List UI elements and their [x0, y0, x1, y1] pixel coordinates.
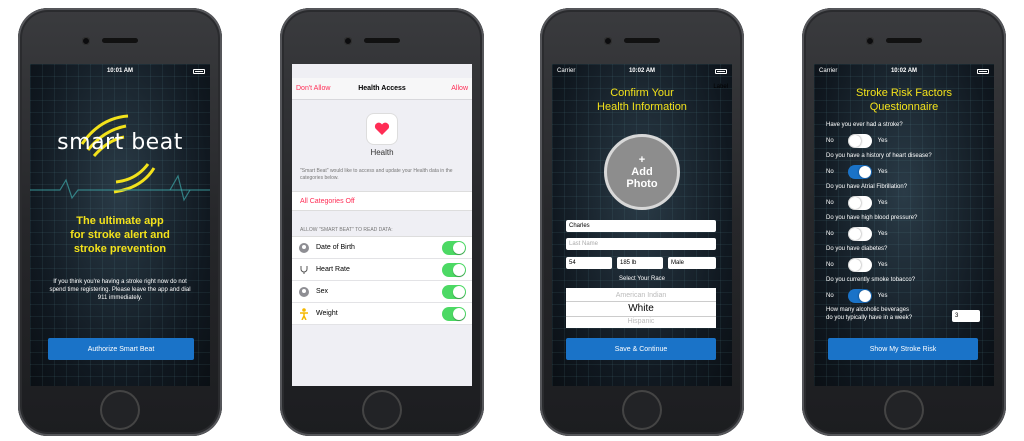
weight-toggle[interactable]: [442, 306, 466, 321]
question-blood-pressure: Do you have high blood pressure?: [826, 215, 918, 221]
race-picker[interactable]: American Indian White Hispanic: [566, 288, 716, 328]
select-race-label: Select Your Race: [618, 276, 666, 282]
status-bar: [292, 64, 472, 78]
answer-tobacco: No Yes: [826, 289, 887, 303]
answer-afib: No Yes: [826, 196, 887, 210]
tagline: The ultimate app for stroke alert and st…: [70, 215, 170, 255]
stethoscope-icon: [298, 264, 310, 276]
status-time: 10:01 AM: [106, 68, 134, 74]
picker-option[interactable]: American Indian: [566, 291, 716, 301]
health-app-icon: [367, 114, 397, 144]
health-access-screen: Don't Allow Health Access Allow Health "…: [292, 64, 472, 386]
all-categories-toggle[interactable]: All Categories Off: [292, 191, 472, 211]
battery-icon: [193, 68, 205, 74]
sex-toggle[interactable]: [442, 284, 466, 299]
weight-field[interactable]: 185 lb: [617, 257, 663, 269]
status-bar: Carrier 10:02 AM: [552, 64, 732, 78]
status-time: 10:02 AM: [890, 68, 918, 74]
speaker: [624, 38, 660, 43]
home-button[interactable]: [100, 390, 140, 430]
blood-pressure-toggle[interactable]: [847, 227, 872, 241]
camera: [82, 37, 90, 45]
health-app-name: Health: [370, 148, 394, 157]
afib-toggle[interactable]: [847, 196, 872, 210]
answer-blood-pressure: No Yes: [826, 227, 887, 241]
stroke-toggle[interactable]: [847, 134, 872, 148]
authorize-button[interactable]: Authorize Smart Beat: [48, 338, 194, 360]
home-button[interactable]: [622, 390, 662, 430]
phone-1: 10:01 AM smart beat The ultimate app for…: [18, 8, 222, 436]
home-button[interactable]: [884, 390, 924, 430]
question-alcohol: How many alcoholic beverages do you typi…: [826, 307, 913, 321]
plus-icon: +: [638, 154, 646, 166]
question-heart-disease: Do you have a history of heart disease?: [826, 153, 932, 159]
navigation-bar: Don't Allow Health Access Allow: [292, 78, 472, 100]
person-icon: [298, 286, 310, 298]
question-afib: Do you have Atrial Fibrillation?: [826, 184, 908, 190]
date-of-birth-toggle[interactable]: [442, 240, 466, 255]
confirm-info-screen: Carrier 10:02 AM Label Confirm Your Heal…: [552, 64, 732, 386]
questionnaire-screen: Carrier 10:02 AM Stroke Risk Factors Que…: [814, 64, 994, 386]
show-stroke-risk-button[interactable]: Show My Stroke Risk: [828, 338, 978, 360]
battery-icon: [977, 68, 989, 74]
app-logo-text: smart beat: [57, 130, 183, 155]
battery-icon: [715, 68, 727, 74]
answer-heart-disease: No Yes: [826, 165, 887, 179]
speaker: [102, 38, 138, 43]
phone-3: Carrier 10:02 AM Label Confirm Your Heal…: [540, 8, 744, 436]
answer-diabetes: No Yes: [826, 258, 887, 272]
emergency-info-text: If you think you're having a stroke righ…: [49, 279, 191, 301]
camera: [866, 37, 874, 45]
camera: [344, 37, 352, 45]
heart-rate-toggle[interactable]: [442, 262, 466, 277]
last-name-field[interactable]: Last Name: [566, 238, 716, 250]
status-bar: 10:01 AM: [30, 64, 210, 78]
phone-4: Carrier 10:02 AM Stroke Risk Factors Que…: [802, 8, 1006, 436]
picker-option[interactable]: Hispanic: [566, 317, 716, 327]
figure-icon: [298, 307, 310, 320]
age-field[interactable]: 54: [566, 257, 612, 269]
phone-2: Don't Allow Health Access Allow Health "…: [280, 8, 484, 436]
alcohol-count-field[interactable]: 3: [952, 310, 980, 322]
speaker: [364, 38, 400, 43]
status-bar: Carrier 10:02 AM: [814, 64, 994, 78]
question-tobacco: Do you currently smoke tobacco?: [826, 277, 916, 283]
heart-icon: [374, 122, 390, 135]
access-description: "Smart Beat" would like to access and up…: [300, 168, 453, 181]
question-diabetes: Do you have diabetes?: [826, 246, 888, 252]
allow-button[interactable]: Allow: [451, 85, 468, 92]
home-button[interactable]: [362, 390, 402, 430]
permission-row-date-of-birth: Date of Birth: [292, 237, 472, 259]
add-photo-button[interactable]: + Add Photo: [604, 134, 680, 210]
permission-list: Date of Birth Heart Rate Sex Weight: [292, 236, 472, 325]
tobacco-toggle[interactable]: [847, 289, 872, 303]
status-time: 10:02 AM: [628, 68, 656, 74]
question-stroke: Have you ever had a stroke?: [826, 122, 903, 128]
read-data-header: ALLOW "SMART BEAT" TO READ DATA:: [300, 227, 393, 233]
welcome-screen: 10:01 AM smart beat The ultimate app for…: [30, 64, 210, 386]
speaker: [886, 38, 922, 43]
sex-field[interactable]: Male: [668, 257, 716, 269]
picker-selected-option[interactable]: White: [566, 301, 716, 317]
answer-stroke: No Yes: [826, 134, 887, 148]
save-continue-button[interactable]: Save & Continue: [566, 338, 716, 360]
person-icon: [298, 242, 310, 254]
permission-row-weight: Weight: [292, 303, 472, 325]
permission-row-sex: Sex: [292, 281, 472, 303]
page-title: Stroke Risk Factors Questionnaire: [856, 87, 952, 113]
heart-disease-toggle[interactable]: [847, 165, 872, 179]
camera: [604, 37, 612, 45]
nav-title: Health Access: [358, 85, 406, 92]
diabetes-toggle[interactable]: [847, 258, 872, 272]
page-title: Confirm Your Health Information: [597, 87, 687, 113]
first-name-field[interactable]: Charles: [566, 220, 716, 232]
permission-row-heart-rate: Heart Rate: [292, 259, 472, 281]
